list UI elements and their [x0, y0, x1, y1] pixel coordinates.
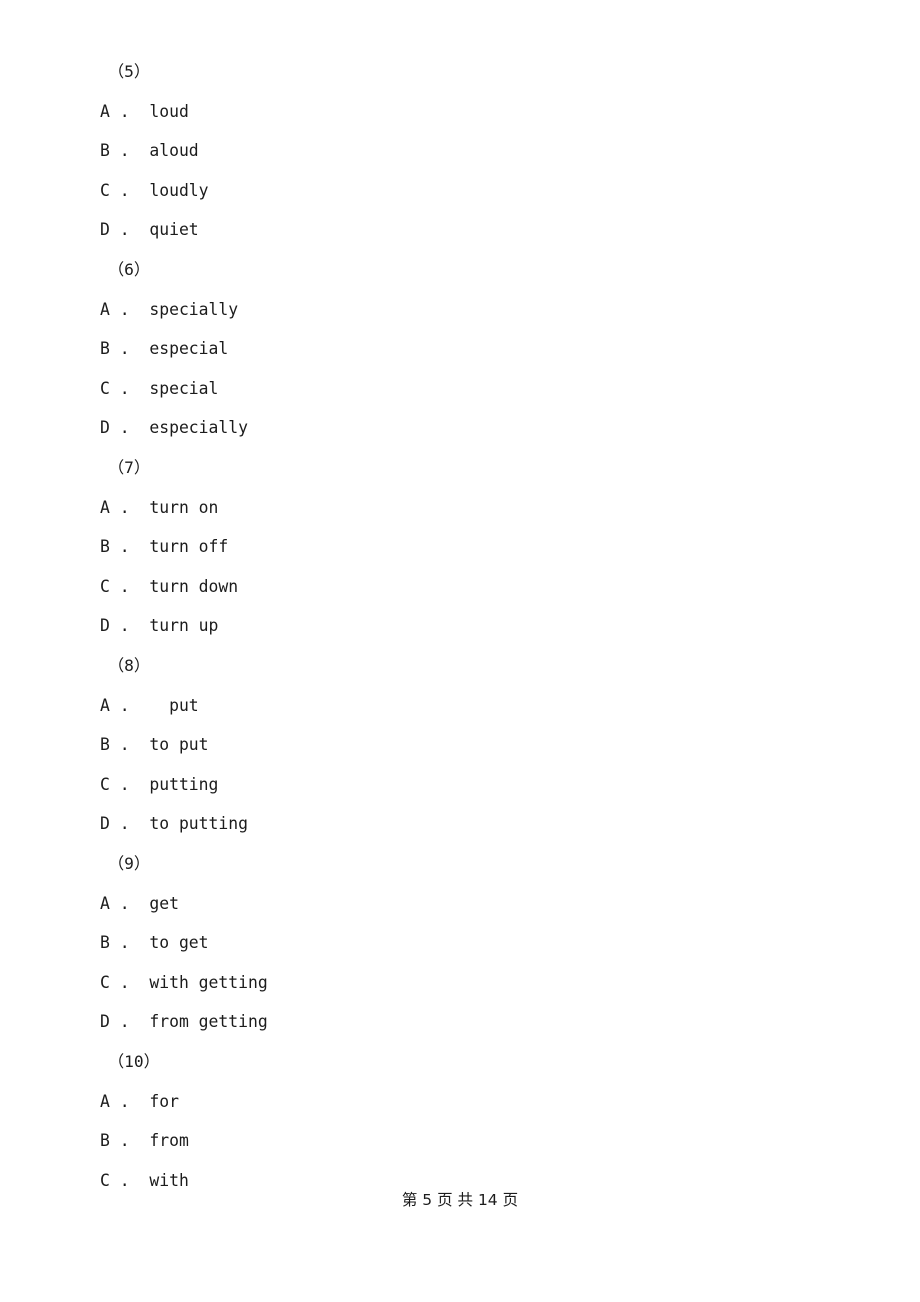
document-page: （5） A . loud B . aloud C . loudly D . quiet （…: [0, 0, 920, 1302]
question-number: （10）: [108, 1052, 160, 1071]
answer-option[interactable]: A . for: [0, 1082, 920, 1122]
answer-option[interactable]: C . with getting: [0, 963, 920, 1003]
answer-option[interactable]: A . loud: [0, 92, 920, 132]
question-number: （5）: [108, 62, 151, 81]
question-number: （6）: [108, 260, 151, 279]
answer-option[interactable]: B . aloud: [0, 131, 920, 171]
answer-option[interactable]: C . special: [0, 369, 920, 409]
answer-option[interactable]: B . to get: [0, 923, 920, 963]
answer-option[interactable]: A . turn on: [0, 488, 920, 528]
answer-option[interactable]: C . loudly: [0, 171, 920, 211]
answer-option[interactable]: A . specially: [0, 290, 920, 330]
question-number: （9）: [108, 854, 151, 873]
answer-option[interactable]: D . turn up: [0, 606, 920, 646]
answer-option[interactable]: B . from: [0, 1121, 920, 1161]
answer-option[interactable]: C . putting: [0, 765, 920, 805]
answer-option[interactable]: B . turn off: [0, 527, 920, 567]
page-footer: 第 5 页 共 14 页: [401, 1191, 519, 1209]
answer-option[interactable]: A . get: [0, 884, 920, 924]
answer-option[interactable]: C . turn down: [0, 567, 920, 607]
answer-option[interactable]: B . especial: [0, 329, 920, 369]
answer-option[interactable]: D . especially: [0, 408, 920, 448]
answer-option[interactable]: A . put: [0, 686, 920, 726]
answer-option[interactable]: D . quiet: [0, 210, 920, 250]
question-number: （8）: [108, 656, 151, 675]
answer-option[interactable]: D . to putting: [0, 804, 920, 844]
answer-option[interactable]: B . to put: [0, 725, 920, 765]
question-number: （7）: [108, 458, 151, 477]
answer-option[interactable]: D . from getting: [0, 1002, 920, 1042]
